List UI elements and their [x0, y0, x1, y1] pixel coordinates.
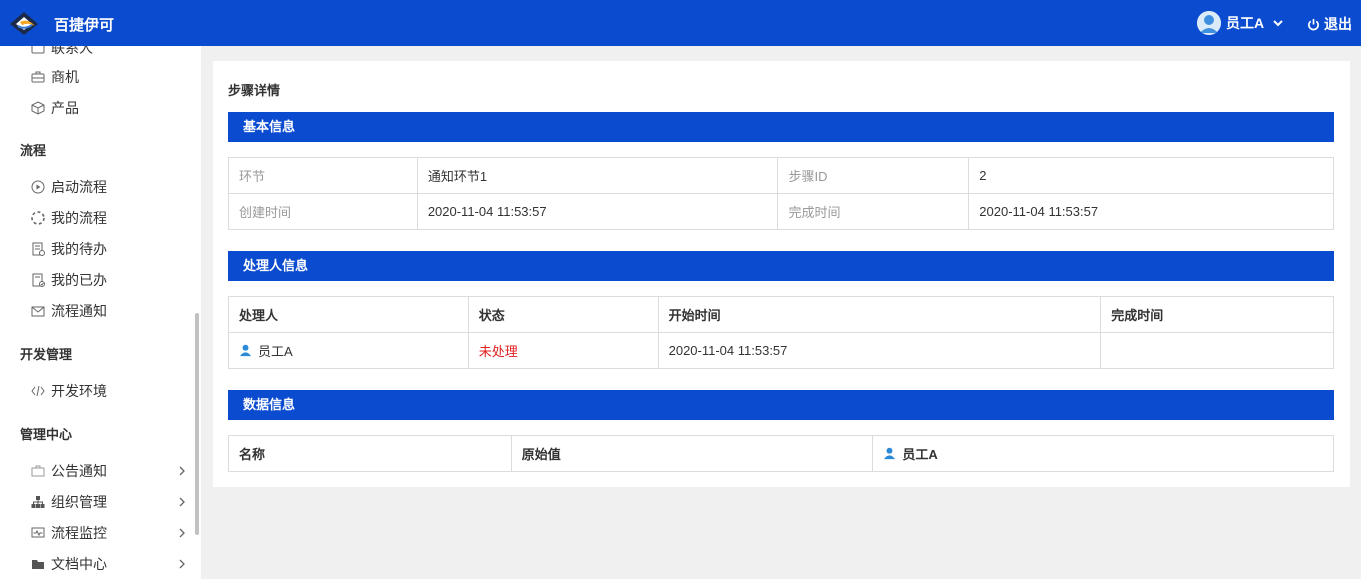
user-name: 员工A — [1226, 15, 1265, 31]
code-icon — [30, 384, 45, 399]
sidebar-item-flow-notice[interactable]: 流程通知 — [30, 300, 190, 322]
chevron-right-icon — [179, 466, 185, 476]
column-header: 开始时间 — [657, 296, 1102, 333]
handler-name: 员工A — [258, 344, 293, 359]
sidebar-group-flow: 流程 — [20, 143, 47, 158]
section-basic-info: 基本信息 — [228, 112, 1334, 142]
sidebar-item-my-flow[interactable]: 我的流程 — [30, 207, 190, 229]
sidebar-item-my-done[interactable]: 我的已办 — [30, 269, 190, 291]
chevron-right-icon — [179, 497, 185, 507]
briefcase-icon — [30, 70, 45, 85]
field-label: 创建时间 — [228, 193, 418, 230]
sidebar-item-label: 我的待办 — [51, 241, 107, 257]
main-content: 步骤详情 基本信息 环节 通知环节1 步骤ID 2 创建时间 2020-11-0… — [201, 46, 1361, 579]
top-bar: 百捷伊可 员工A 退出 — [0, 0, 1361, 46]
cube-icon — [30, 101, 45, 116]
sidebar-item-label: 公告通知 — [51, 463, 107, 479]
field-value: 2020-11-04 11:53:57 — [968, 193, 1334, 230]
start-time-cell: 2020-11-04 11:53:57 — [657, 332, 1102, 369]
sidebar-item-product[interactable]: 产品 — [30, 97, 190, 119]
status-cell: 未处理 — [467, 332, 659, 369]
org-chart-icon — [30, 495, 45, 510]
handler-cell: 员工A — [228, 332, 469, 369]
sidebar-item-label: 我的已办 — [51, 272, 107, 288]
done-doc-icon — [30, 273, 45, 288]
finish-time-cell — [1100, 332, 1334, 369]
sidebar-item-label: 流程监控 — [51, 525, 107, 541]
monitor-icon — [30, 526, 45, 541]
sidebar: 联系人 商机 产品 流程 启动流程 我的流程 我的待办 我的已办 流程通知 开发… — [0, 46, 201, 579]
table-row: 员工A 未处理 2020-11-04 11:53:57 — [228, 332, 1334, 369]
sidebar-group-admin: 管理中心 — [20, 427, 73, 442]
sidebar-item-dev-env[interactable]: 开发环境 — [30, 380, 190, 402]
column-header: 处理人 — [228, 296, 469, 333]
sidebar-item-label: 启动流程 — [51, 179, 107, 195]
announcement-icon — [30, 464, 45, 479]
field-value: 2 — [968, 157, 1334, 194]
play-circle-icon — [30, 180, 45, 195]
table-header-row: 处理人 状态 开始时间 完成时间 — [228, 296, 1334, 333]
brand-logo-icon[interactable] — [8, 8, 40, 38]
sidebar-scrollbar-thumb[interactable] — [195, 313, 199, 535]
column-header-label: 员工A — [902, 447, 938, 462]
sidebar-item-my-todo[interactable]: 我的待办 — [30, 238, 190, 260]
brand-name: 百捷伊可 — [54, 17, 115, 34]
field-label: 环节 — [228, 157, 418, 194]
user-icon — [239, 344, 252, 357]
chevron-right-icon — [179, 528, 185, 538]
table-row: 环节 通知环节1 步骤ID 2 — [228, 157, 1334, 194]
sidebar-item-label: 开发环境 — [51, 383, 107, 399]
sidebar-item-announcement[interactable]: 公告通知 — [30, 460, 190, 482]
mail-icon — [30, 304, 45, 319]
column-header-user: 员工A — [872, 435, 1334, 472]
page-title: 步骤详情 — [228, 83, 281, 98]
table-header-row: 名称 原始值 员工A — [228, 435, 1334, 472]
logout-label: 退出 — [1324, 16, 1352, 32]
sidebar-item-label: 文档中心 — [51, 556, 107, 572]
section-handler-info: 处理人信息 — [228, 251, 1334, 281]
sidebar-item-label: 联系人 — [51, 46, 93, 56]
sidebar-item-label: 产品 — [51, 100, 79, 116]
field-label: 完成时间 — [777, 193, 970, 230]
avatar — [1197, 11, 1221, 35]
column-header: 名称 — [228, 435, 512, 472]
sidebar-group-dev: 开发管理 — [20, 347, 73, 362]
sidebar-item-opportunity[interactable]: 商机 — [30, 66, 190, 88]
contacts-icon — [30, 46, 45, 56]
loading-circle-icon — [30, 211, 45, 226]
sidebar-item-label: 流程通知 — [51, 303, 107, 319]
logout-button[interactable]: 退出 — [1307, 14, 1352, 34]
column-header: 状态 — [467, 296, 659, 333]
folder-icon — [30, 557, 45, 572]
chevron-right-icon — [179, 559, 185, 569]
step-detail-card: 步骤详情 基本信息 环节 通知环节1 步骤ID 2 创建时间 2020-11-0… — [213, 61, 1350, 487]
power-icon — [1308, 18, 1319, 30]
field-value: 通知环节1 — [416, 157, 779, 194]
sidebar-item-flow-monitor[interactable]: 流程监控 — [30, 522, 190, 544]
data-info-table: 名称 原始值 员工A — [228, 435, 1334, 472]
sidebar-item-label: 商机 — [51, 69, 79, 85]
column-header: 原始值 — [510, 435, 874, 472]
todo-doc-icon — [30, 242, 45, 257]
sidebar-item-docs[interactable]: 文档中心 — [30, 553, 190, 575]
sidebar-item-start-flow[interactable]: 启动流程 — [30, 176, 190, 198]
table-row: 创建时间 2020-11-04 11:53:57 完成时间 2020-11-04… — [228, 193, 1334, 230]
chevron-down-icon — [1273, 20, 1283, 27]
sidebar-item-contacts[interactable]: 联系人 — [30, 46, 190, 59]
handler-info-table: 处理人 状态 开始时间 完成时间 员工A 未处理 2020-11-04 11:5… — [228, 296, 1334, 369]
user-icon — [884, 447, 896, 460]
user-menu[interactable]: 员工A — [1197, 11, 1284, 35]
column-header: 完成时间 — [1100, 296, 1334, 333]
field-value: 2020-11-04 11:53:57 — [416, 193, 779, 230]
sidebar-item-label: 我的流程 — [51, 210, 107, 226]
section-data-info: 数据信息 — [228, 390, 1334, 420]
sidebar-item-org[interactable]: 组织管理 — [30, 491, 190, 513]
basic-info-table: 环节 通知环节1 步骤ID 2 创建时间 2020-11-04 11:53:57… — [228, 157, 1334, 230]
field-label: 步骤ID — [777, 157, 970, 194]
sidebar-item-label: 组织管理 — [51, 494, 107, 510]
